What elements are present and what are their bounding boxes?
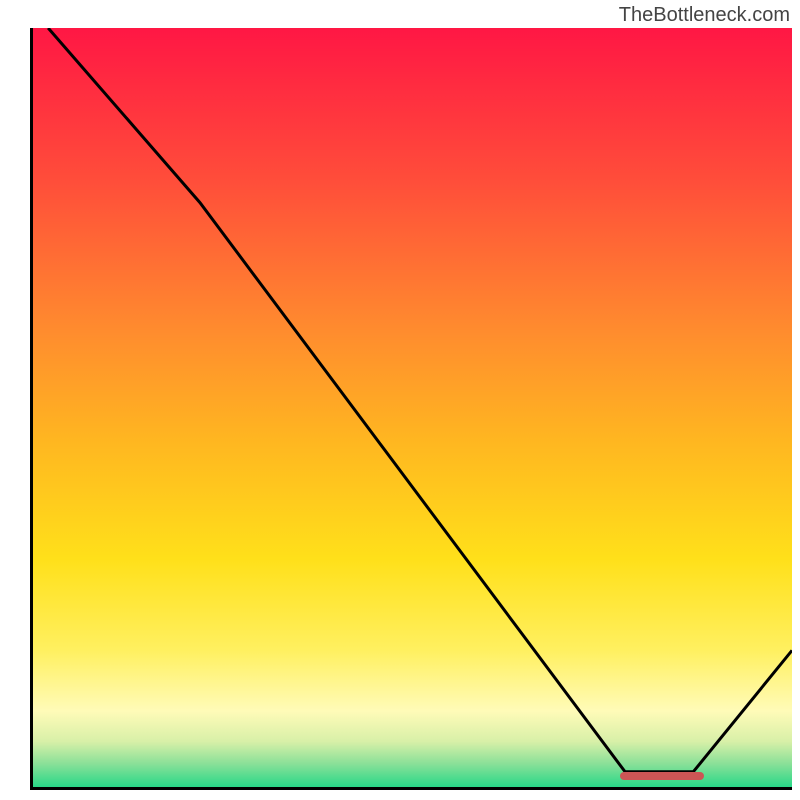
watermark-text: TheBottleneck.com xyxy=(619,4,790,27)
chart-curve xyxy=(33,28,792,787)
optimal-range-marker xyxy=(620,772,704,780)
chart-area xyxy=(30,28,792,790)
